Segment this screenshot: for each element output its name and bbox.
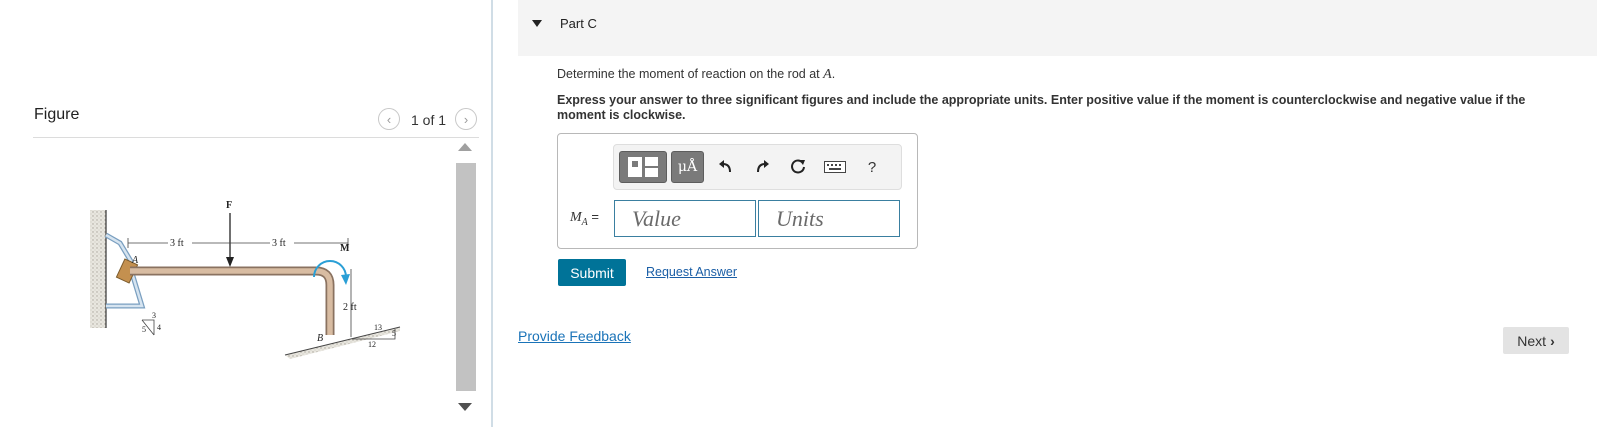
templates-icon: [628, 157, 658, 177]
figure-divider: [33, 137, 479, 138]
chevron-right-icon: ›: [1550, 332, 1555, 349]
vertical-dim-label: 2 ft: [343, 302, 357, 313]
wall-ground: [90, 210, 106, 328]
dimension-right-label: 3 ft: [272, 238, 286, 249]
dimension-left-label: 3 ft: [170, 238, 184, 249]
moment-label: M: [340, 243, 350, 254]
figure-scrollbar-thumb[interactable]: [456, 163, 476, 391]
figure-title: Figure: [34, 106, 80, 123]
force-arrowhead: [226, 257, 234, 267]
undo-icon: [719, 160, 731, 173]
incline-ground: [285, 327, 400, 359]
value-input[interactable]: Value: [614, 200, 756, 237]
panel-divider: [491, 0, 493, 427]
scroll-up-icon[interactable]: [458, 143, 472, 151]
units-input[interactable]: Units: [758, 200, 900, 237]
units-button[interactable]: μÅ: [671, 151, 704, 183]
figure-counter: 1 of 1: [411, 112, 447, 128]
value-placeholder: Value: [632, 205, 681, 231]
reset-button[interactable]: [786, 151, 810, 183]
units-placeholder: Units: [776, 205, 824, 231]
point-b-label: B: [317, 333, 323, 344]
help-icon: ?: [867, 158, 877, 176]
slope-b-side: 5: [392, 329, 396, 338]
force-label: F: [226, 200, 232, 211]
figure-next-button[interactable]: ›: [455, 108, 477, 130]
incline-line: [284, 326, 401, 356]
request-answer-link[interactable]: Request Answer: [646, 265, 737, 279]
keyboard-button[interactable]: [822, 151, 848, 183]
submit-button[interactable]: Submit: [558, 259, 626, 286]
scroll-down-icon[interactable]: [458, 403, 472, 411]
units-icon: μÅ: [677, 159, 698, 175]
chevron-right-icon: ›: [463, 111, 469, 127]
slope-a-side: 4: [157, 323, 161, 332]
figure-prev-button[interactable]: ‹: [378, 108, 400, 130]
question-instructions: Express your answer to three significant…: [557, 93, 1526, 122]
next-label: Next: [1517, 332, 1547, 349]
slope-a-hyp: 5: [142, 325, 146, 334]
part-header[interactable]: [518, 0, 1597, 56]
slope-b-base: 12: [368, 340, 376, 349]
point-a-label: A: [131, 255, 139, 266]
keyboard-icon: [824, 161, 846, 173]
question-text: Determine the moment of reaction on the …: [557, 67, 836, 82]
chevron-left-icon: ‹: [386, 111, 392, 127]
moment-arrowhead: [341, 274, 350, 285]
next-button[interactable]: Next ›: [1503, 327, 1569, 354]
answer-label: MA =: [570, 209, 599, 228]
reset-icon: [791, 159, 805, 174]
part-title: Part C: [560, 16, 597, 31]
slope-a-top: 3: [152, 311, 156, 320]
redo-button[interactable]: [750, 151, 774, 183]
templates-button[interactable]: [619, 151, 667, 183]
redo-icon: [757, 160, 769, 173]
provide-feedback-link[interactable]: Provide Feedback: [518, 328, 631, 344]
help-button[interactable]: ?: [862, 151, 882, 183]
rod-diagram: F 3 ft 3 ft M 2 ft A B 3 5 4 13 5 12: [90, 200, 401, 359]
slope-b-hyp: 13: [374, 323, 382, 332]
figure-panel: Figure ‹ 1 of 1 › F 3 ft 3 ft M 2 ft A B…: [0, 0, 492, 427]
undo-button[interactable]: [714, 151, 738, 183]
caret-down-icon[interactable]: [532, 20, 542, 27]
question-variable: A: [823, 67, 832, 82]
